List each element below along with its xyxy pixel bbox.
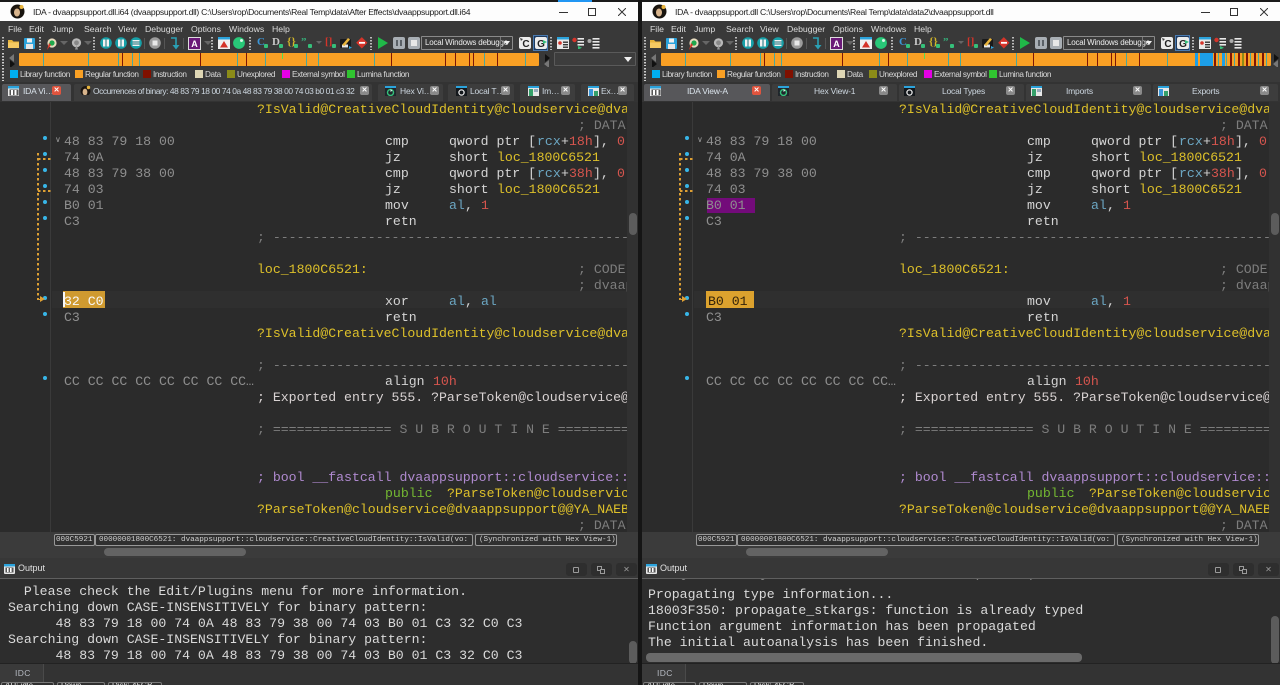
svg-text:A: A — [833, 39, 840, 49]
svg-text:A: A — [191, 39, 198, 49]
svg-text:C: C — [522, 39, 529, 49]
svg-text:C: C — [1164, 39, 1171, 49]
